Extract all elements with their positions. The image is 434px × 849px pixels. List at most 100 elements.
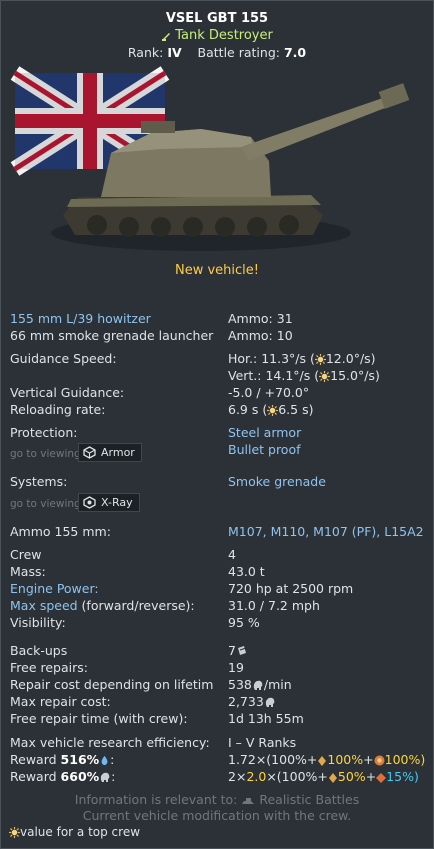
top-crew-icon: [319, 371, 330, 382]
reward-research-formula: 1.72×(100%+ 100%+ 100%): [228, 751, 425, 768]
protection-bullet: Bullet proof: [228, 442, 301, 457]
armor-button[interactable]: Armor: [78, 443, 142, 462]
reward-research-b: 100%: [327, 752, 364, 767]
secondary-weapon-ammo: Ammo: 10: [228, 328, 293, 343]
repair-cost-unit: /min: [263, 677, 292, 692]
reward-silver-e: +: [365, 769, 377, 784]
tooltip-header: VSEL GBT 155 Tank Destroyer Rank: IV Bat…: [1, 1, 433, 61]
battle-rating-label: Battle rating:: [197, 45, 280, 60]
reward-research-d: 100%): [384, 752, 426, 767]
rank-value: IV: [167, 45, 182, 60]
modification-note: Current vehicle modification with the cr…: [82, 808, 352, 823]
research-row: Max vehicle research efficiency: I – V R…: [10, 734, 425, 751]
main-weapon-name[interactable]: 155 mm L/39 howitzer: [10, 310, 225, 327]
engine-label[interactable]: Engine Power:: [10, 580, 225, 597]
systems-row: Systems: Smoke grenade: [10, 473, 425, 490]
speed-label[interactable]: Max speed: [10, 598, 78, 613]
free-repairs-row: Free repairs: 19: [10, 659, 425, 676]
info-relevance-mode: Realistic Battles: [259, 792, 360, 807]
secondary-weapon-name: 66 mm smoke grenade launcher: [10, 328, 214, 343]
max-repair-value: 2,733: [228, 694, 264, 709]
backups-row: Back-ups 7: [10, 642, 425, 659]
mass-label: Mass:: [10, 564, 46, 579]
visibility-label: Visibility:: [10, 615, 66, 630]
max-repair-label: Max repair cost:: [10, 694, 111, 709]
reward-silver-b: 2.0: [246, 769, 267, 784]
silver-lions-icon: [99, 771, 111, 783]
free-time-row: Free repair time (with crew): 1d 13h 55m: [10, 710, 425, 727]
vertical-guidance-label: Vertical Guidance:: [10, 385, 125, 400]
reward-research-row: Reward 516%: 1.72×(100%+ 100%+ 100%): [10, 751, 425, 768]
vehicle-image: [1, 65, 433, 261]
vertical-guidance-row: Vertical Guidance: -5.0 / +70.0°: [10, 384, 425, 401]
ammo155-label: Ammo 155 mm:: [10, 524, 111, 539]
xray-button[interactable]: X-Ray: [78, 493, 140, 512]
repair-cost-label: Repair cost depending on lifetim: [10, 677, 214, 692]
top-crew-note: value for a top crew: [9, 825, 140, 839]
spec-row-engine: Engine Power: 720 hp at 2500 rpm: [10, 580, 425, 597]
rank-line: Rank: IV Battle rating: 7.0: [1, 44, 433, 61]
free-repairs-label: Free repairs:: [10, 660, 88, 675]
protection-label: Protection:: [10, 425, 78, 440]
reward-silver-c: ×(100%+: [266, 769, 328, 784]
backup-icon: [237, 646, 247, 655]
vehicle-tooltip: VSEL GBT 155 Tank Destroyer Rank: IV Bat…: [0, 0, 434, 849]
reward-research-pct: 516%: [60, 752, 100, 767]
ammo155-value[interactable]: M107, M110, M107 (PF), L15A2: [228, 523, 424, 540]
vertical-guidance-value: -5.0 / +70.0°: [228, 385, 310, 400]
spec-row-mass: Mass: 43.0 t: [10, 563, 425, 580]
reward-silver-row: Reward 660%: 2×2.0×(100%+ 50%+ 15%): [10, 768, 425, 785]
protection-row: Protection: Steel armor: [10, 424, 425, 441]
reward-silver-label: Reward: [10, 769, 57, 784]
new-vehicle-notice: New vehicle!: [175, 263, 259, 278]
visibility-value: 95 %: [228, 615, 260, 630]
guidance-vert-value: Vert.: 14.1°/s ( 15.0°/s): [228, 367, 380, 384]
systems-goto-label: go to viewing: [10, 498, 81, 510]
reload-row: Reloading rate: 6.9 s (6.5 s): [10, 401, 425, 418]
protection-steel: Steel armor: [228, 425, 302, 440]
reward-silver-a: 2×: [228, 769, 247, 784]
armor-icon: [83, 446, 96, 459]
premium-bonus-icon: [374, 755, 385, 766]
reward-silver-label-group: Reward 660%:: [10, 769, 116, 784]
ammo155-row: Ammo 155 mm: M107, M110, M107 (PF), L15A…: [10, 523, 425, 540]
secondary-weapon-row: 66 mm smoke grenade launcher Ammo: 10: [10, 327, 425, 344]
silver-lions-icon: [252, 679, 264, 691]
silver-lions-bonus-icon: [376, 773, 387, 783]
guidance-vert-top: 15.0°/s): [330, 368, 380, 383]
systems-label: Systems:: [10, 474, 68, 489]
speed-label-group: Max speed (forward/reverse):: [10, 597, 225, 614]
spec-row-speed: Max speed (forward/reverse): 31.0 / 7.2 …: [10, 597, 425, 614]
research-points-icon: [99, 755, 110, 766]
free-time-value: 1d 13h 55m: [228, 711, 304, 726]
protection-goto-label: go to viewing: [10, 448, 81, 460]
guidance-hor-value: Hor.: 11.3°/s (12.0°/s): [228, 350, 376, 367]
armor-button-label: Armor: [101, 446, 135, 459]
guidance-hor-top: 12.0°/s): [325, 351, 376, 366]
speed-value: 31.0 / 7.2 mph: [228, 598, 320, 613]
reward-research-label: Reward: [10, 752, 57, 767]
free-time-label: Free repair time (with crew):: [10, 711, 188, 726]
mass-value: 43.0 t: [228, 564, 265, 579]
tank-destroyer-icon: [162, 33, 171, 41]
speed-label-suffix: (forward/reverse):: [77, 598, 195, 613]
crew-value: 4: [228, 547, 236, 562]
reload-top: 6.5 s): [278, 402, 314, 417]
spec-row-crew: Crew 4: [10, 546, 425, 563]
reward-research-label-group: Reward 516%:: [10, 752, 115, 767]
guidance-vert-text: Vert.: 14.1°/s (: [228, 368, 320, 383]
reward-silver-f: 15%): [386, 769, 419, 784]
repair-cost-value-group: 538/min: [228, 676, 292, 693]
top-crew-icon: [267, 405, 278, 416]
research-value: I – V Ranks: [228, 735, 297, 750]
xray-icon: [83, 496, 96, 509]
guidance-vert-row: Vert.: 14.1°/s ( 15.0°/s): [10, 367, 425, 384]
backups-value: 7: [228, 643, 236, 658]
spec-row-visibility: Visibility: 95 %: [10, 614, 425, 631]
repair-cost-value: 538: [228, 677, 252, 692]
rank-label: Rank:: [127, 45, 164, 60]
main-weapon-row: 155 mm L/39 howitzer Ammo: 31: [10, 310, 425, 327]
crew-label: Crew: [10, 547, 42, 562]
reward-silver-formula: 2×2.0×(100%+ 50%+ 15%): [228, 768, 419, 785]
reload-label: Reloading rate:: [10, 402, 106, 417]
